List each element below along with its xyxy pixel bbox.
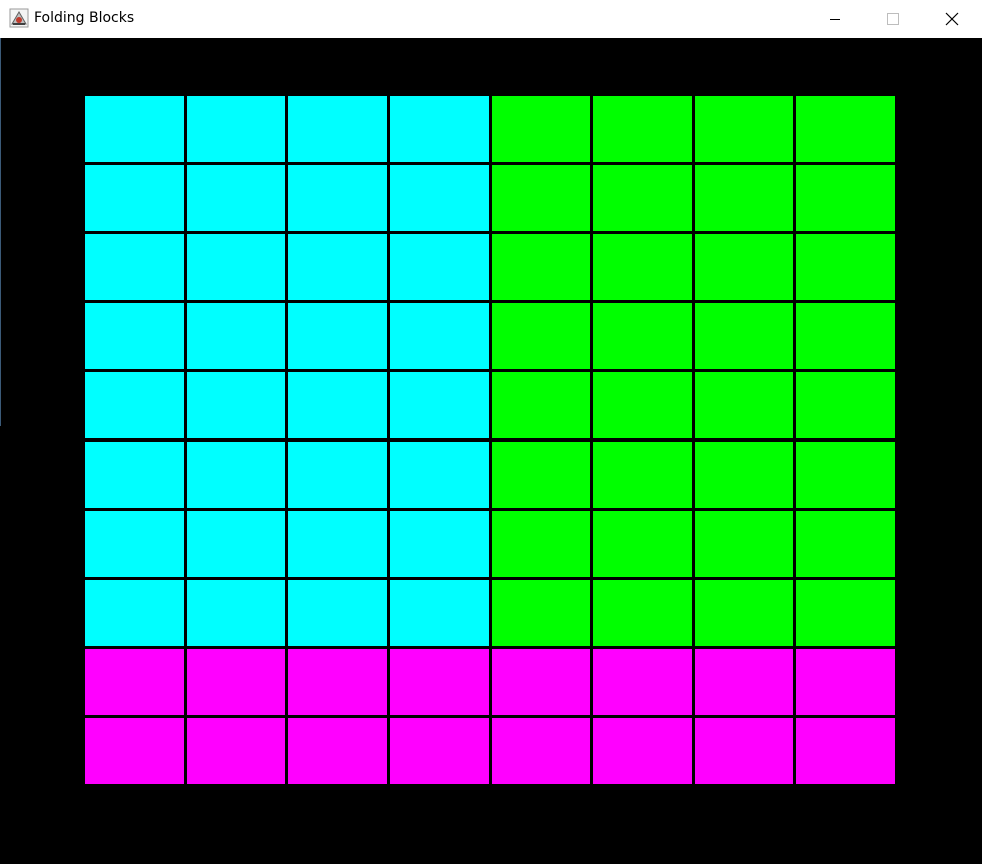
block-cell-cyan[interactable]: [85, 372, 184, 439]
close-button[interactable]: [929, 0, 975, 37]
block-cell-cyan[interactable]: [389, 303, 489, 370]
block-cell-magenta[interactable]: [85, 648, 184, 715]
block-cell-green[interactable]: [491, 96, 591, 163]
block-cell-cyan[interactable]: [186, 372, 286, 439]
block-cell-green[interactable]: [796, 234, 895, 301]
block-cell-green[interactable]: [491, 579, 591, 646]
window-title: Folding Blocks: [34, 10, 135, 26]
block-cell-cyan[interactable]: [389, 372, 489, 439]
block-cell-cyan[interactable]: [288, 579, 387, 646]
block-cell-magenta[interactable]: [85, 717, 184, 784]
block-cell-cyan[interactable]: [186, 165, 286, 232]
block-cell-cyan[interactable]: [288, 96, 387, 163]
block-cell-cyan[interactable]: [186, 441, 286, 508]
block-cell-magenta[interactable]: [694, 717, 794, 784]
block-cell-green[interactable]: [593, 510, 692, 577]
block-cell-green[interactable]: [491, 510, 591, 577]
block-cell-cyan[interactable]: [85, 165, 184, 232]
block-cell-green[interactable]: [694, 579, 794, 646]
block-cell-cyan[interactable]: [288, 303, 387, 370]
block-cell-green[interactable]: [593, 441, 692, 508]
block-cell-magenta[interactable]: [186, 648, 286, 715]
block-cell-green[interactable]: [694, 96, 794, 163]
block-cell-green[interactable]: [491, 165, 591, 232]
block-cell-cyan[interactable]: [288, 441, 387, 508]
block-cell-green[interactable]: [694, 234, 794, 301]
block-cell-green[interactable]: [593, 165, 692, 232]
block-cell-cyan[interactable]: [288, 372, 387, 439]
block-cell-green[interactable]: [796, 96, 895, 163]
block-cell-magenta[interactable]: [491, 648, 591, 715]
block-cell-green[interactable]: [694, 303, 794, 370]
block-cell-cyan[interactable]: [186, 510, 286, 577]
block-cell-green[interactable]: [491, 234, 591, 301]
block-cell-green[interactable]: [694, 165, 794, 232]
block-cell-magenta[interactable]: [288, 648, 387, 715]
block-cell-magenta[interactable]: [288, 717, 387, 784]
block-cell-green[interactable]: [796, 303, 895, 370]
block-cell-cyan[interactable]: [389, 165, 489, 232]
block-cell-magenta[interactable]: [796, 717, 895, 784]
block-cell-cyan[interactable]: [186, 579, 286, 646]
block-cell-cyan[interactable]: [389, 441, 489, 508]
block-cell-cyan[interactable]: [85, 96, 184, 163]
block-cell-green[interactable]: [694, 441, 794, 508]
window-border: [0, 38, 1, 426]
block-cell-green[interactable]: [796, 165, 895, 232]
block-cell-green[interactable]: [796, 372, 895, 439]
block-cell-green[interactable]: [796, 579, 895, 646]
block-cell-cyan[interactable]: [85, 510, 184, 577]
block-cell-magenta[interactable]: [593, 648, 692, 715]
block-cell-green[interactable]: [491, 441, 591, 508]
minimize-icon: [829, 13, 841, 25]
block-cell-cyan[interactable]: [85, 441, 184, 508]
block-cell-cyan[interactable]: [186, 234, 286, 301]
block-cell-green[interactable]: [694, 510, 794, 577]
block-cell-cyan[interactable]: [186, 96, 286, 163]
block-cell-magenta[interactable]: [593, 717, 692, 784]
block-cell-green[interactable]: [593, 96, 692, 163]
game-board[interactable]: [85, 96, 895, 784]
block-cell-green[interactable]: [491, 303, 591, 370]
block-cell-cyan[interactable]: [85, 579, 184, 646]
block-cell-cyan[interactable]: [288, 234, 387, 301]
block-cell-magenta[interactable]: [389, 648, 489, 715]
block-cell-green[interactable]: [796, 510, 895, 577]
java-app-icon: [9, 8, 29, 28]
block-cell-green[interactable]: [491, 372, 591, 439]
block-cell-green[interactable]: [796, 441, 895, 508]
maximize-button[interactable]: [870, 0, 916, 37]
title-bar[interactable]: Folding Blocks: [0, 0, 982, 37]
block-cell-cyan[interactable]: [389, 579, 489, 646]
block-cell-cyan[interactable]: [288, 510, 387, 577]
block-cell-cyan[interactable]: [288, 165, 387, 232]
block-cell-magenta[interactable]: [186, 717, 286, 784]
block-cell-cyan[interactable]: [85, 303, 184, 370]
block-cell-cyan[interactable]: [85, 234, 184, 301]
close-icon: [945, 12, 959, 26]
block-cell-magenta[interactable]: [694, 648, 794, 715]
block-cell-green[interactable]: [694, 372, 794, 439]
block-cell-green[interactable]: [593, 234, 692, 301]
block-cell-green[interactable]: [593, 303, 692, 370]
block-cell-cyan[interactable]: [389, 234, 489, 301]
minimize-button[interactable]: [812, 0, 858, 37]
maximize-icon: [887, 12, 899, 25]
app-window: Folding Blocks: [0, 0, 982, 864]
block-cell-magenta[interactable]: [389, 717, 489, 784]
block-cell-cyan[interactable]: [186, 303, 286, 370]
block-cell-cyan[interactable]: [389, 96, 489, 163]
block-cell-green[interactable]: [593, 579, 692, 646]
block-cell-cyan[interactable]: [389, 510, 489, 577]
block-cell-magenta[interactable]: [491, 717, 591, 784]
block-cell-green[interactable]: [593, 372, 692, 439]
block-cell-magenta[interactable]: [796, 648, 895, 715]
